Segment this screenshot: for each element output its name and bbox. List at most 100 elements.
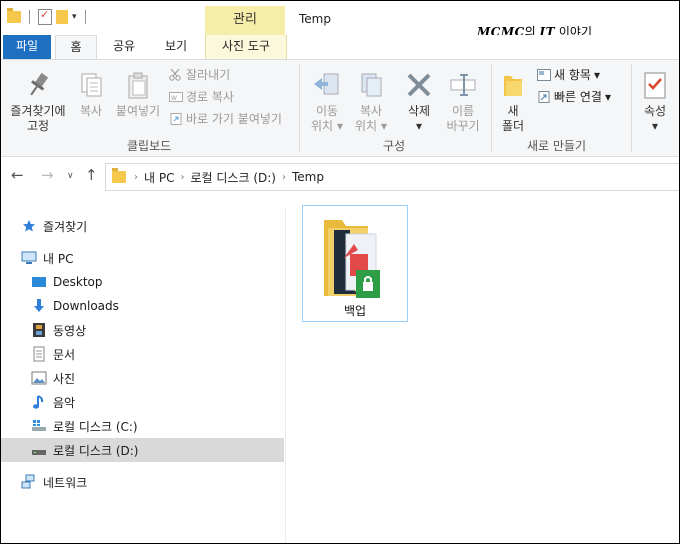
copy-to-button[interactable]: 복사 위치 ▾ (351, 70, 391, 134)
nav-item-desktop[interactable]: Desktop (1, 270, 284, 294)
move-to-label-line2: 위치 ▾ (307, 119, 347, 134)
breadcrumb-temp[interactable]: Temp (292, 170, 324, 184)
nav-label-network: 네트워크 (43, 475, 88, 490)
navigation-bar: ← → ∨ ↑ › 내 PC › 로컬 디스크 (D:) › Temp (1, 161, 679, 191)
copy-to-label-line2: 위치 ▾ (351, 119, 391, 134)
cut-label: 잘라내기 (186, 68, 231, 82)
svg-text:W: W (171, 95, 177, 102)
new-folder-label-line2: 폴더 (501, 119, 525, 133)
recent-locations-icon[interactable]: ∨ (67, 171, 74, 181)
nav-label-drive-d: 로컬 디스크 (D:) (53, 443, 139, 458)
tab-view[interactable]: 보기 (159, 35, 193, 59)
cut-button[interactable]: 잘라내기 (169, 66, 230, 83)
tab-home[interactable]: 홈 (55, 35, 97, 60)
new-item-button[interactable]: 새 항목 ▾ (537, 66, 600, 83)
paste-icon (123, 70, 153, 100)
file-list: 백업 (287, 191, 679, 543)
rename-button[interactable]: 이름 바꾸기 (441, 70, 485, 134)
rename-icon (448, 70, 478, 100)
computer-icon (21, 250, 37, 266)
properties-button[interactable]: 속성 ▾ (637, 70, 673, 134)
tab-share[interactable]: 공유 (107, 35, 141, 59)
breadcrumb-drive-d[interactable]: 로컬 디스크 (D:) (190, 169, 275, 186)
nav-item-drive-d[interactable]: 로컬 디스크 (D:) (1, 438, 284, 462)
new-folder-icon (498, 70, 528, 100)
tab-file[interactable]: 파일 (3, 35, 51, 59)
paste-shortcut-button[interactable]: 바로 가기 붙여넣기 (169, 110, 282, 127)
copy-label: 복사 (79, 104, 103, 118)
ribbon-tabs: 파일 홈 공유 보기 사진 도구 (1, 35, 679, 60)
pin-to-quick-access-button[interactable]: 즐겨찾기에 고정 (5, 70, 71, 134)
nav-item-quick-access[interactable]: 즐겨찾기 (1, 214, 284, 238)
up-arrow-icon[interactable]: ↑ (85, 166, 98, 184)
qat-separator (29, 10, 30, 24)
move-to-icon (312, 70, 342, 100)
address-bar[interactable]: › 내 PC › 로컬 디스크 (D:) › Temp (105, 163, 679, 191)
copy-path-button[interactable]: W 경로 복사 (169, 88, 234, 105)
nav-label-videos: 동영상 (53, 323, 87, 338)
drive-icon (31, 442, 47, 458)
nav-label-quick-access: 즐겨찾기 (43, 219, 88, 234)
film-icon (31, 322, 47, 338)
chevron-down-icon: ▾ (651, 119, 659, 133)
pin-label-line2: 고정 (26, 119, 50, 133)
new-folder-button[interactable]: 새 폴더 (497, 70, 529, 134)
nav-item-music[interactable]: 음악 (1, 390, 284, 414)
move-to-label-line1: 이동 (315, 104, 339, 118)
nav-label-this-pc: 내 PC (43, 251, 74, 266)
group-separator (631, 64, 632, 152)
forward-arrow-icon[interactable]: → (41, 166, 54, 184)
delete-button[interactable]: 삭제 ▾ (401, 70, 437, 134)
window-title: Temp (299, 12, 331, 26)
new-folder-label-line1: 새 (507, 104, 519, 118)
pin-icon (23, 70, 53, 100)
delete-x-icon (404, 70, 434, 100)
copy-path-icon: W (169, 91, 183, 103)
copy-to-label-line1: 복사 (359, 104, 383, 118)
folder-icon (7, 8, 21, 23)
properties-icon[interactable] (38, 8, 52, 25)
easy-access-button[interactable]: 빠른 연결 ▾ (537, 88, 611, 105)
document-icon (31, 346, 47, 362)
navigation-pane: 즐겨찾기 내 PC Desktop Downloads 동영상 문서 사진 음악… (1, 207, 286, 543)
pin-label-line1: 즐겨찾기에 (10, 104, 66, 118)
new-item-label: 새 항목 (554, 68, 591, 82)
nav-item-network[interactable]: 네트워크 (1, 470, 284, 494)
copy-path-label: 경로 복사 (186, 90, 234, 104)
customize-qat-icon[interactable]: ▾ (72, 12, 77, 22)
easy-access-icon (537, 90, 551, 103)
back-arrow-icon[interactable]: ← (11, 166, 24, 184)
qat-separator (84, 10, 86, 24)
scissors-icon (169, 68, 183, 81)
network-icon (21, 474, 37, 490)
nav-item-videos[interactable]: 동영상 (1, 318, 284, 342)
rename-label-line1: 이름 (451, 104, 475, 118)
nav-item-pictures[interactable]: 사진 (1, 366, 284, 390)
move-to-button[interactable]: 이동 위치 ▾ (307, 70, 347, 134)
nav-label-drive-c: 로컬 디스크 (C:) (53, 419, 138, 434)
chevron-right-icon: › (134, 171, 138, 183)
tab-photo-tool[interactable]: 사진 도구 (205, 35, 287, 59)
folder-item[interactable]: 백업 (302, 205, 408, 322)
chevron-down-icon: ▾ (336, 119, 343, 133)
copy-to-label-line2-text: 위치 (355, 119, 378, 133)
nav-item-documents[interactable]: 문서 (1, 342, 284, 366)
nav-item-downloads[interactable]: Downloads (1, 294, 284, 318)
new-folder-icon[interactable] (56, 10, 68, 24)
copy-button[interactable]: 복사 (75, 70, 107, 119)
nav-item-drive-c[interactable]: 로컬 디스크 (C:) (1, 414, 284, 438)
nav-item-this-pc[interactable]: 내 PC (1, 246, 284, 270)
chevron-down-icon: ▾ (380, 119, 387, 133)
paste-button[interactable]: 붙여넣기 (111, 70, 165, 119)
organize-group-label: 구성 (383, 139, 406, 153)
quick-access-toolbar: ▾ (7, 8, 90, 25)
nav-label-pictures: 사진 (53, 371, 76, 386)
paste-label: 붙여넣기 (115, 104, 161, 118)
new-group-label: 새로 만들기 (527, 139, 587, 153)
properties-label: 속성 (643, 104, 667, 118)
breadcrumb-this-pc[interactable]: 내 PC (144, 169, 174, 186)
download-arrow-icon (31, 298, 47, 314)
group-separator (299, 64, 300, 152)
manage-context-tab[interactable]: 관리 (205, 6, 285, 35)
paste-shortcut-label: 바로 가기 붙여넣기 (186, 112, 282, 126)
